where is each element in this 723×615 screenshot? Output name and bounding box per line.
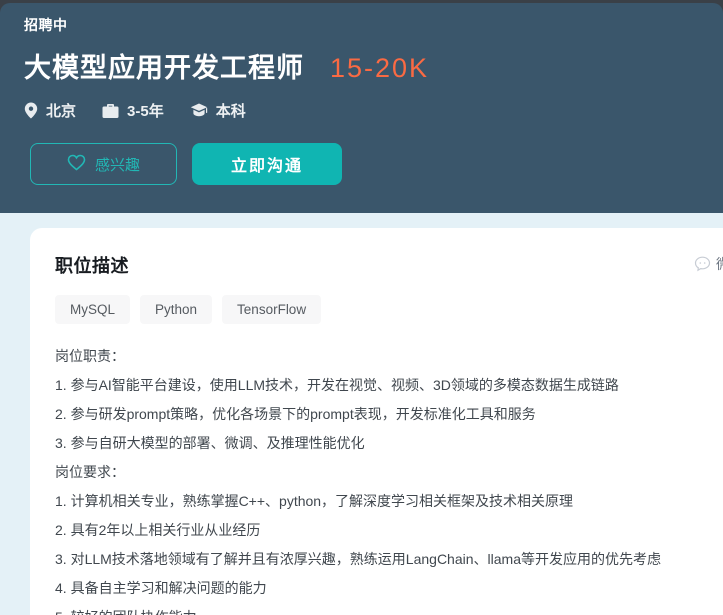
- meta-experience: 3-5年: [102, 100, 164, 121]
- location-pin-icon: [24, 102, 38, 119]
- action-buttons: 感兴趣 立即沟通: [30, 143, 342, 185]
- desc-line: 岗位要求：: [55, 464, 125, 480]
- chat-now-button[interactable]: 立即沟通: [192, 143, 342, 185]
- chat-now-button-label: 立即沟通: [230, 158, 303, 175]
- meta-location-label: 北京: [46, 103, 77, 120]
- desc-line: 3. 对LLM技术落地领域有了解并且有浓厚兴趣，熟练运用LangChain、ll…: [55, 551, 661, 567]
- content-section: 职位描述 微 MySQL Python TensorFlow 岗位职责： 1. …: [0, 213, 723, 615]
- wechat-share-label[interactable]: 微: [716, 254, 723, 274]
- desc-line: 4. 具备自主学习和解决问题的能力: [55, 580, 267, 596]
- graduation-cap-icon: [190, 103, 208, 118]
- desc-line: 2. 具有2年以上相关行业从业经历: [55, 522, 261, 538]
- job-title: 大模型应用开发工程师: [24, 53, 304, 83]
- desc-line: 岗位职责：: [55, 348, 125, 364]
- desc-line: 5. 较好的团队协作能力: [55, 603, 698, 615]
- card-corner-actions: 微: [694, 254, 723, 274]
- skill-tag: Python: [140, 295, 213, 324]
- meta-education: 本科: [190, 100, 246, 121]
- interested-button-label: 感兴趣: [94, 156, 140, 174]
- heart-icon: [67, 154, 86, 175]
- chat-bubble-icon[interactable]: [694, 256, 711, 272]
- title-row: 大模型应用开发工程师 15-20K: [24, 46, 429, 85]
- hero-backdrop: 招聘中 大模型应用开发工程师 15-20K 北京 3-5年 本科 感兴趣 立即沟…: [0, 0, 723, 213]
- meta-experience-label: 3-5年: [127, 103, 164, 120]
- interested-button[interactable]: 感兴趣: [30, 143, 177, 185]
- skill-tags: MySQL Python TensorFlow: [55, 295, 698, 324]
- desc-line: 2. 参与研发prompt策略，优化各场景下的prompt表现，开发标准化工具和…: [55, 406, 536, 422]
- desc-line: 1. 参与AI智能平台建设，使用LLM技术，开发在视觉、视频、3D领域的多模态数…: [55, 377, 619, 393]
- meta-education-label: 本科: [215, 103, 246, 120]
- desc-line: 3. 参与自研大模型的部署、微调、及推理性能优化: [55, 435, 365, 451]
- section-title: 职位描述: [55, 256, 129, 276]
- desc-line: 1. 计算机相关专业，熟练掌握C++、python，了解深度学习相关框架及技术相…: [55, 493, 574, 509]
- salary-range: 15-20K: [330, 53, 430, 83]
- status-badge: 招聘中: [24, 17, 68, 33]
- meta-location: 北京: [24, 100, 76, 121]
- job-meta-row: 北京 3-5年 本科: [24, 100, 246, 121]
- job-description-text: 岗位职责： 1. 参与AI智能平台建设，使用LLM技术，开发在视觉、视频、3D领…: [55, 342, 698, 615]
- job-description-card: 职位描述 微 MySQL Python TensorFlow 岗位职责： 1. …: [30, 228, 723, 615]
- skill-tag: MySQL: [55, 295, 131, 324]
- job-header: 招聘中 大模型应用开发工程师 15-20K 北京 3-5年 本科 感兴趣 立即沟…: [0, 3, 723, 213]
- briefcase-icon: [102, 103, 119, 119]
- job-detail-page: 招聘中 大模型应用开发工程师 15-20K 北京 3-5年 本科 感兴趣 立即沟…: [0, 0, 723, 615]
- skill-tag: TensorFlow: [222, 295, 322, 324]
